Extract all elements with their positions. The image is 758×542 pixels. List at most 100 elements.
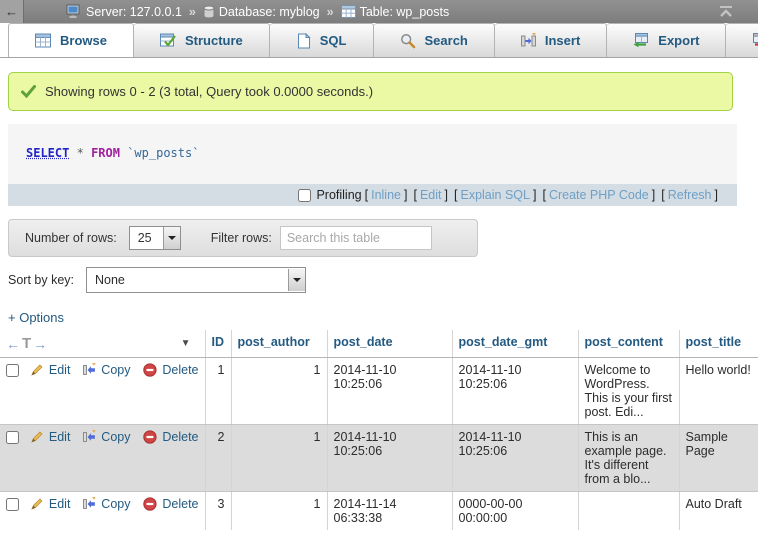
table-row: Edit Copy Delete 1 1 2014-11-10 10:25:06… [0,358,758,425]
options-toggle-link[interactable]: + Options [8,310,758,325]
breadcrumb-table[interactable]: Table: wp_posts [341,5,450,19]
column-header-id[interactable]: ID [205,330,231,358]
bracket: ] [533,188,536,202]
edit-row-link[interactable]: Edit [49,430,71,444]
tab-label: Browse [60,33,107,48]
sql-keyword-select: SELECT [26,146,69,160]
cell-post-author: 1 [231,358,327,425]
bracket: ] [445,188,448,202]
cell-id: 1 [205,358,231,425]
tab-import[interactable]: Import [726,23,758,57]
table-row: Edit Copy Delete 3 1 2014-11-14 06:33:38… [0,492,758,531]
copy-row-link[interactable]: Copy [101,363,130,377]
filter-rows-input[interactable] [280,226,432,250]
sql-star: * [77,146,84,160]
import-icon [752,33,758,48]
back-arrow-button[interactable]: ← [0,0,24,23]
sql-keyword-from: FROM [91,146,120,160]
nav-tee-icon[interactable]: T [22,335,31,352]
edit-query-link[interactable]: Edit [420,188,442,202]
pencil-icon [30,430,44,444]
sort-row: Sort by key: None [8,267,758,293]
filter-rows-label: Filter rows: [211,231,272,245]
tab-structure[interactable]: Structure [134,23,270,57]
profiling-checkbox[interactable] [298,189,311,202]
profiling-bar: Profiling [ Inline ] [ Edit ] [ Explain … [8,184,737,206]
edit-row-link[interactable]: Edit [49,497,71,511]
tab-sql[interactable]: SQL [270,23,374,57]
sql-icon [296,33,311,49]
cell-post-date: 2014-11-14 06:33:38 [327,492,452,531]
column-header-post-title[interactable]: post_title [679,330,758,358]
tab-label: Search [425,33,468,48]
breadcrumb-server[interactable]: Server: 127.0.0.1 [66,4,182,19]
rows-control-bar: Number of rows: 25 Filter rows: [8,219,478,257]
tab-label: Insert [545,33,580,48]
breadcrumb-database-label: Database: myblog [219,5,320,19]
table-icon [341,5,356,18]
cell-post-title: Sample Page [679,425,758,492]
tab-search[interactable]: Search [374,23,495,57]
table-row: Edit Copy Delete 2 1 2014-11-10 10:25:06… [0,425,758,492]
cell-post-date-gmt: 2014-11-10 10:25:06 [452,425,578,492]
cell-post-content [578,492,679,531]
row-checkbox[interactable] [6,498,19,511]
column-header-post-author[interactable]: post_author [231,330,327,358]
edit-row-link[interactable]: Edit [49,363,71,377]
search-icon [400,33,416,49]
table-header-row: ← T → ▼ ID post_author post_date post_da… [0,330,758,358]
nav-right-arrow[interactable]: → [33,336,47,352]
select-dropdown-button[interactable] [163,227,180,249]
tab-export[interactable]: Export [607,23,726,57]
tab-browse[interactable]: Browse [8,23,134,57]
breadcrumb: Server: 127.0.0.1 » Database: myblog » T… [66,4,449,19]
cell-post-title: Hello world! [679,358,758,425]
bracket: ] [404,188,407,202]
breadcrumb-table-label: Table: wp_posts [360,5,450,19]
success-message-text: Showing rows 0 - 2 (3 total, Query took … [45,84,373,99]
refresh-link[interactable]: Refresh [668,188,712,202]
results-table: ← T → ▼ ID post_author post_date post_da… [0,330,758,530]
copy-icon [83,497,96,511]
cell-post-date-gmt: 0000-00-00 00:00:00 [452,492,578,531]
chevron-down-icon [168,236,176,240]
nav-left-arrow[interactable]: ← [6,336,20,352]
copy-icon [83,363,96,377]
column-nav-controls[interactable]: ← T → [6,335,47,352]
cell-id: 2 [205,425,231,492]
delete-row-link[interactable]: Delete [162,497,198,511]
select-dropdown-button[interactable] [288,269,305,291]
column-header-post-date-gmt[interactable]: post_date_gmt [452,330,578,358]
delete-row-link[interactable]: Delete [162,363,198,377]
collapse-top-icon[interactable] [718,5,734,18]
row-checkbox[interactable] [6,364,19,377]
bracket: ] [715,188,718,202]
row-actions: Edit Copy Delete [6,430,199,444]
breadcrumb-database[interactable]: Database: myblog [203,5,320,19]
server-icon [66,4,82,19]
browse-icon [35,33,51,48]
cell-post-author: 1 [231,425,327,492]
column-header-post-content[interactable]: post_content [578,330,679,358]
query-box: SELECT * FROM `wp_posts` Profiling [ Inl… [8,124,737,206]
row-checkbox[interactable] [6,431,19,444]
profiling-label: Profiling [316,188,361,202]
copy-row-link[interactable]: Copy [101,497,130,511]
delete-icon [143,497,157,511]
tab-insert[interactable]: Insert [495,23,607,57]
number-of-rows-select[interactable]: 25 [129,226,181,250]
delete-icon [143,363,157,377]
header-dropdown-caret[interactable]: ▼ [181,338,191,349]
sort-by-key-value: None [87,273,133,287]
sort-by-key-select[interactable]: None [86,267,306,293]
create-php-code-link[interactable]: Create PHP Code [549,188,649,202]
row-actions: Edit Copy Delete [6,497,199,511]
tab-bar: Browse Structure SQL Search Insert Expor… [0,23,758,58]
explain-sql-link[interactable]: Explain SQL [460,188,529,202]
column-header-post-date[interactable]: post_date [327,330,452,358]
structure-icon [160,33,176,48]
copy-row-link[interactable]: Copy [101,430,130,444]
cell-post-content: This is an example page. It's different … [578,425,679,492]
delete-row-link[interactable]: Delete [162,430,198,444]
inline-link[interactable]: Inline [371,188,401,202]
